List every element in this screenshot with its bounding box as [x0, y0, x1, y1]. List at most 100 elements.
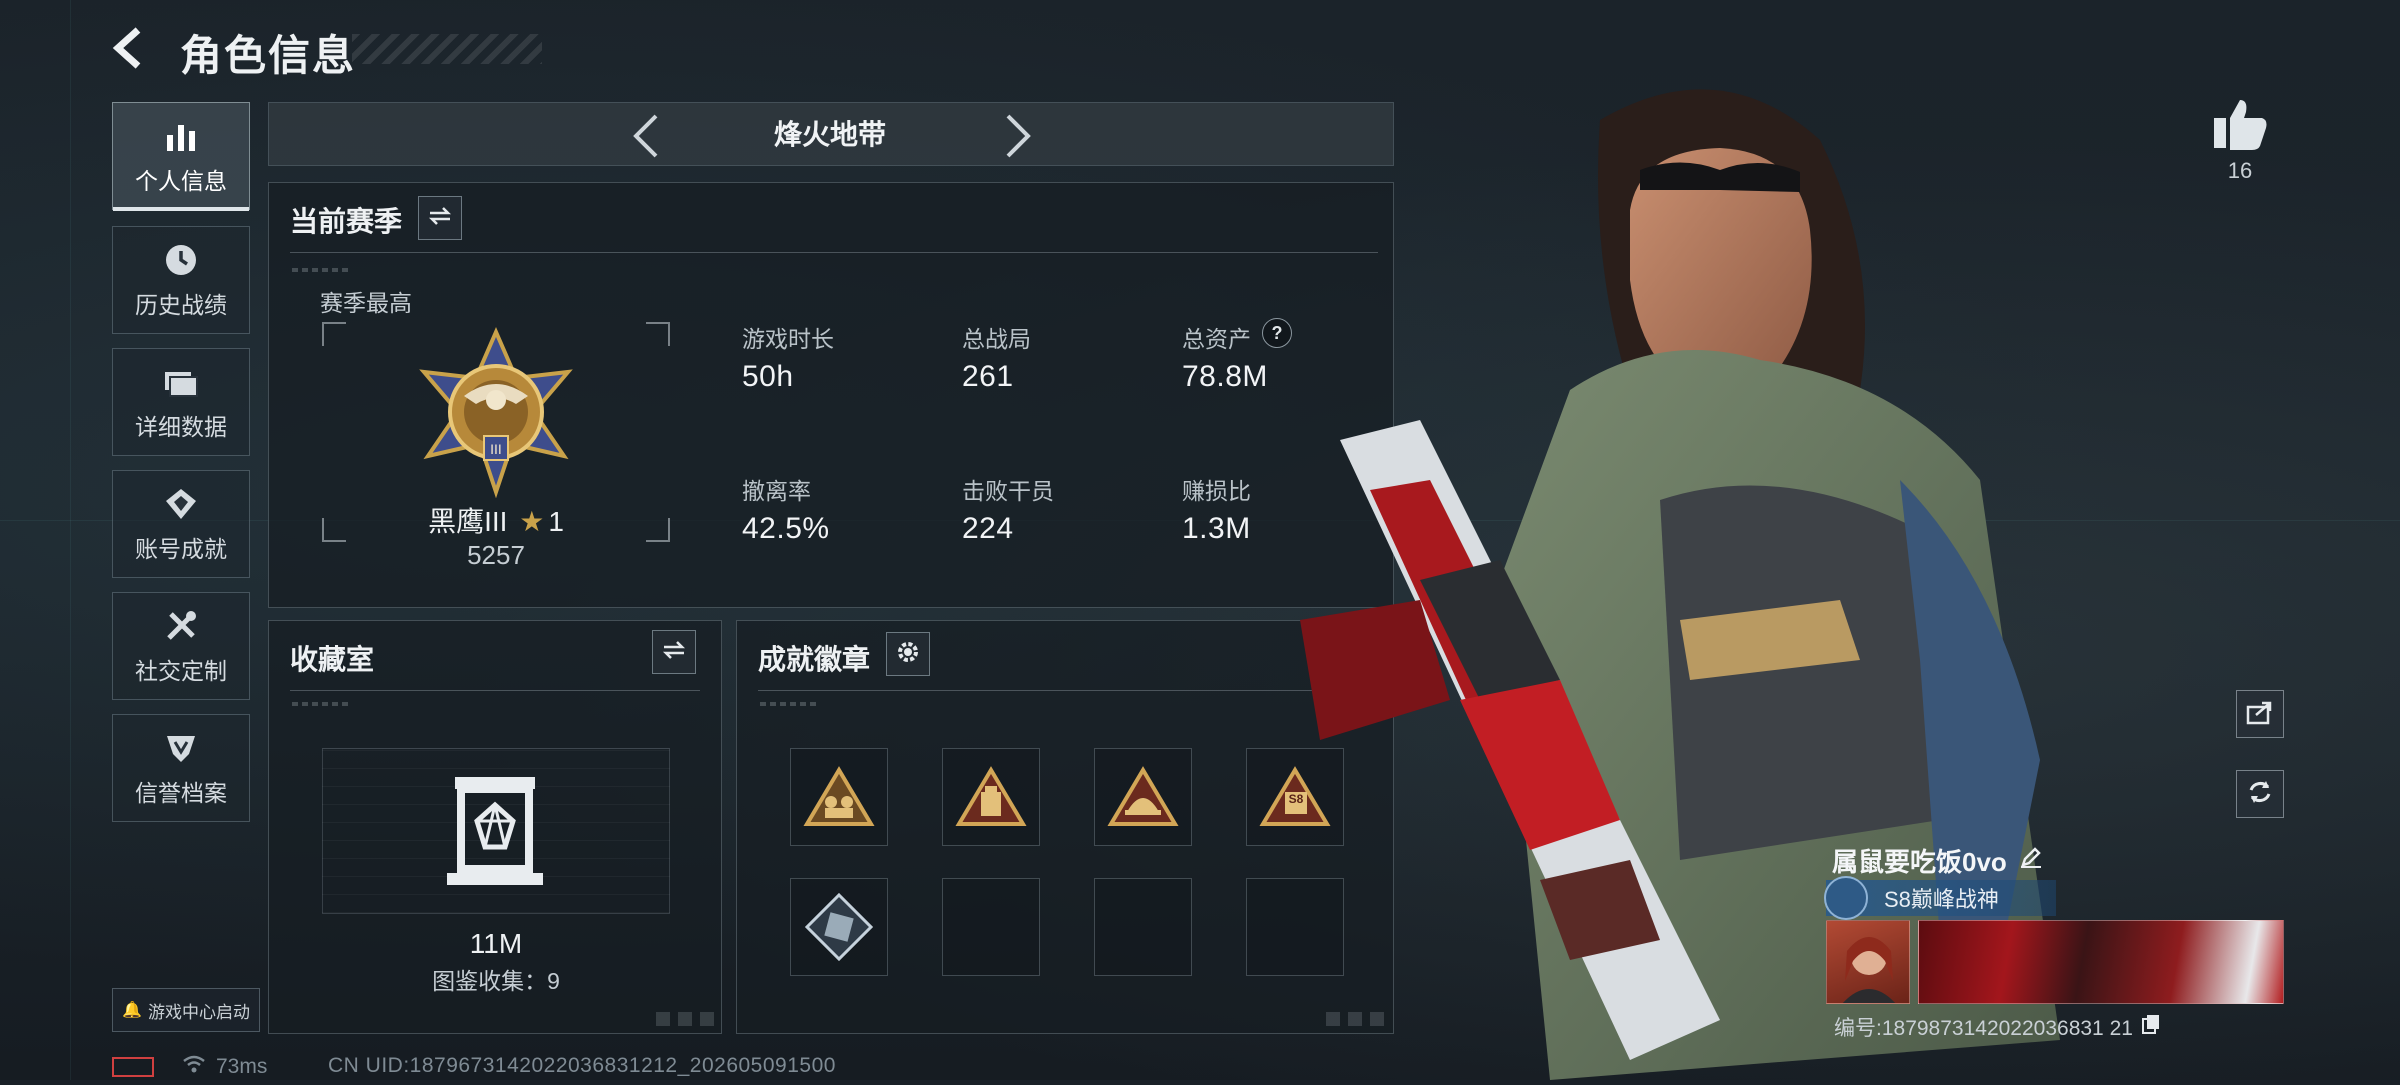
collection-value: 11M: [469, 928, 523, 959]
stat-label: 总资产: [1182, 326, 1251, 352]
display-case-icon: [447, 777, 543, 885]
stat-label: 总战局: [962, 326, 1031, 352]
like-count: 16: [2227, 158, 2253, 183]
battery-icon: [112, 1057, 154, 1077]
stat-label: 游戏时长: [742, 326, 834, 352]
divider: [290, 690, 700, 691]
badge-slot[interactable]: [1094, 748, 1192, 846]
share-button[interactable]: [2236, 690, 2284, 738]
stat-label: 击败干员: [962, 478, 1054, 504]
refresh-button[interactable]: [2236, 770, 2284, 818]
season-highest-label: 赛季最高: [320, 290, 412, 316]
name-card-banner[interactable]: [1918, 920, 2284, 1004]
title-decoration: [352, 34, 542, 64]
rank-emblem-icon: III: [404, 326, 588, 499]
shield-icon: [161, 728, 201, 768]
like-button[interactable]: [2210, 96, 2270, 152]
player-name-row: 属鼠要吃饭0vo: [1832, 842, 2043, 879]
rank-emblem-small-icon: [1824, 876, 1868, 920]
stat-value: 42.5%: [742, 512, 830, 545]
achievements-title: 成就徽章: [758, 644, 871, 675]
stat-value: 1.3M: [1182, 512, 1251, 545]
stat-label: 撤离率: [742, 478, 811, 504]
season-switch-button[interactable]: [418, 196, 462, 240]
player-name: 属鼠要吃饭0vo: [1832, 847, 2007, 877]
folder-icon: [161, 362, 201, 402]
status-bar: 73ms: [112, 1054, 267, 1080]
gear-icon: [895, 639, 921, 670]
badge-slot[interactable]: [790, 878, 888, 976]
supply-badge-icon: [955, 766, 1027, 826]
rank-name-row: 黑鹰III ★ 1: [322, 500, 670, 540]
bar-chart-icon: [161, 116, 201, 156]
catalog-count: 图鉴收集：9: [432, 968, 560, 994]
decoration: [760, 702, 820, 706]
decoration: [292, 268, 352, 272]
collection-title: 收藏室: [290, 644, 375, 675]
achievements-settings-button[interactable]: [886, 632, 930, 676]
ping-value: 73ms: [216, 1055, 268, 1078]
sidebar-item-history[interactable]: 历史战绩: [112, 226, 250, 334]
collection-switch-button[interactable]: [652, 630, 696, 674]
helmet-badge-icon: [1107, 766, 1179, 826]
swap-icon: [427, 205, 453, 232]
rank-score: 5257: [467, 540, 525, 570]
rank-title-badge: S8巅峰战神: [1824, 876, 2056, 920]
page-title: 角色信息: [180, 32, 357, 79]
stat-value: 224: [962, 512, 1014, 545]
crate-badge-icon: [805, 893, 873, 961]
mode-title: 烽火地带: [773, 119, 886, 150]
refresh-icon: [2246, 778, 2274, 811]
sidebar-item-reputation[interactable]: 信誉档案: [112, 714, 250, 822]
tools-icon: [161, 606, 201, 646]
thumbs-up-icon: [2214, 100, 2267, 150]
stat-value: 50h: [742, 360, 794, 393]
sidebar-item-label: 账号成就: [135, 536, 227, 562]
decoration: [292, 702, 352, 706]
stat-value: 261: [962, 360, 1014, 393]
wifi-icon: [182, 1054, 206, 1080]
clock-icon: [161, 240, 201, 280]
copy-icon[interactable]: [2141, 1013, 2161, 1041]
achievement-icon: [161, 484, 201, 524]
collection-showcase[interactable]: [322, 748, 670, 914]
sidebar-item-detailed-data[interactable]: 详细数据: [112, 348, 250, 456]
star-icon: ★: [519, 506, 545, 537]
launch-label: 游戏中心启动: [147, 1002, 250, 1022]
share-icon: [2246, 699, 2274, 730]
uid-text: CN UID:1879673142022036831212_2026050915…: [328, 1054, 836, 1077]
badge-slot-empty[interactable]: [1094, 878, 1192, 976]
divider: [290, 252, 1378, 253]
badge-slot[interactable]: [942, 748, 1040, 846]
sidebar-item-personal-info[interactable]: 个人信息: [112, 102, 250, 211]
svg-text:III: III: [490, 441, 502, 457]
avatar[interactable]: [1826, 920, 1910, 1004]
bg-grid-line: [70, 0, 71, 1080]
edit-icon[interactable]: [2019, 845, 2043, 876]
sidebar-item-label: 信誉档案: [135, 780, 227, 806]
squad-badge-icon: [803, 766, 875, 826]
sidebar-item-label: 历史战绩: [135, 292, 227, 318]
badge-slot-empty[interactable]: [942, 878, 1040, 976]
badge-slot[interactable]: [790, 748, 888, 846]
serial-row: 编号:1879873142022036831 21: [1834, 1012, 2161, 1042]
help-icon[interactable]: ?: [1262, 318, 1292, 348]
serial-number: 编号:1879873142022036831 21: [1834, 1017, 2133, 1040]
sidebar-item-achievements[interactable]: 账号成就: [112, 470, 250, 578]
sidebar-item-label: 个人信息: [135, 168, 227, 194]
divider: [758, 690, 1372, 691]
swap-icon: [661, 639, 687, 666]
decoration: [650, 1012, 720, 1026]
bell-icon: 🔔: [122, 1002, 142, 1019]
sidebar-item-label: 详细数据: [135, 414, 227, 440]
next-mode-button[interactable]: [998, 110, 1038, 162]
rank-stars: 1: [548, 506, 564, 537]
stat-label: 赚损比: [1182, 478, 1251, 504]
rank-title: S8巅峰战神: [1884, 887, 1999, 912]
sidebar-item-social[interactable]: 社交定制: [112, 592, 250, 700]
game-center-launch-button[interactable]: 🔔 游戏中心启动: [112, 988, 260, 1032]
rank-name: 黑鹰III: [428, 506, 508, 537]
back-arrow-icon[interactable]: [110, 26, 150, 70]
season-title: 当前赛季: [290, 206, 403, 237]
sidebar-item-label: 社交定制: [135, 658, 227, 684]
